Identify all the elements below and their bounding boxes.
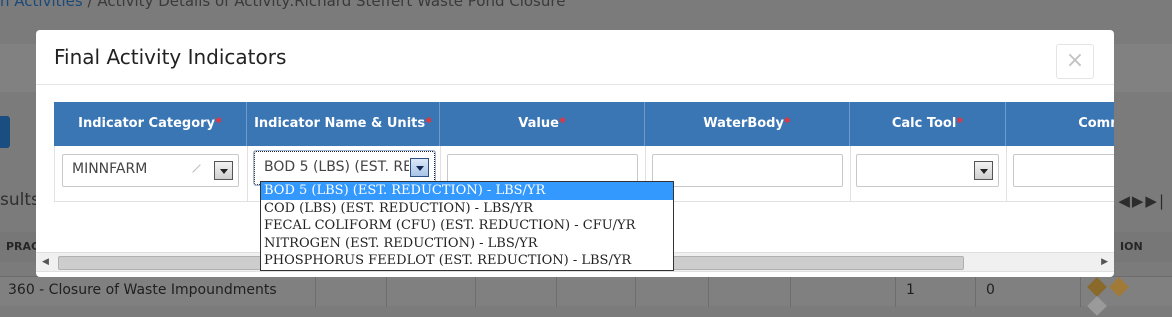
modal-divider [36,84,1114,85]
comments-input[interactable] [1013,154,1114,187]
tag-icon[interactable] [1109,277,1129,297]
arrow-right-icon[interactable]: ▶ [1101,257,1108,267]
arrow-left-icon[interactable]: ◀ [42,257,49,267]
indicator-name-dropdown-list[interactable]: BOD 5 (LBS) (EST. REDUCTION) - LBS/YR CO… [260,181,674,271]
dropdown-option[interactable]: BOD 5 (LBS) (EST. REDUCTION) - LBS/YR [261,182,673,200]
chevron-down-icon[interactable] [214,161,233,180]
modal-title: Final Activity Indicators [54,45,287,69]
breadcrumb-separator: / [87,0,93,10]
grip-icon [191,164,200,173]
indicator-category-select[interactable]: MINNFARM [62,154,239,187]
breadcrumb-current: Activity Details of Activity:Richard Ste… [97,0,566,10]
indicator-name-select[interactable]: BOD 5 (LBS) (EST. REDUCTION) - LBS/YR [253,150,436,186]
column-header-practice: PRAC [6,240,40,253]
indicator-name-value: BOD 5 (LBS) (EST. REDUCTION) - LBS/YR [264,159,409,175]
count-cell: 0 [986,282,995,298]
indicators-table-header: Indicator Category* Indicator Name & Uni… [54,102,1114,146]
row-actions [1087,277,1150,316]
close-button[interactable]: × [1056,44,1094,79]
pager-last-icon[interactable]: ▶| [1145,192,1166,210]
column-header-calc-tool: Calc Tool* [850,102,1006,146]
breadcrumb: n Activities / Activity Details of Activ… [0,0,565,14]
column-header-value: Value* [440,102,645,146]
dropdown-option[interactable]: NITROGEN (EST. REDUCTION) - LBS/YR [261,235,673,253]
pencil-icon[interactable] [1087,296,1107,316]
dropdown-option[interactable]: FECAL COLIFORM (CFU) (EST. REDUCTION) - … [261,217,673,235]
column-header-comments: Comm [1078,116,1114,131]
dropdown-option[interactable]: PHOSPHORUS FEEDLOT (EST. REDUCTION) - LB… [261,252,673,270]
calc-tool-select[interactable] [856,154,999,187]
page-action-button[interactable] [0,116,10,148]
count-cell: 1 [906,282,915,298]
chevron-down-icon[interactable] [974,161,993,180]
edit-icon[interactable] [1087,277,1107,297]
table-row[interactable]: 360 - Closure of Waste Impoundments 1 0 [0,276,1172,307]
breadcrumb-link[interactable]: n Activities [0,0,83,10]
dropdown-option[interactable]: COD (LBS) (EST. REDUCTION) - LBS/YR [261,200,673,218]
pager[interactable]: ◀▶▶| [1118,192,1166,210]
column-header-indicator-name: Indicator Name & Units* [247,102,440,146]
practice-cell: 360 - Closure of Waste Impoundments [8,282,277,298]
waterbody-input[interactable] [652,154,843,187]
column-header-action: ION [1120,240,1143,253]
close-icon: × [1065,48,1085,73]
column-header-indicator-category: Indicator Category* [54,102,247,146]
chevron-down-icon[interactable] [410,158,429,177]
column-header-waterbody: WaterBody* [645,102,850,146]
pager-next-icon[interactable]: ▶ [1132,192,1146,210]
indicator-category-value: MINNFARM [72,161,148,177]
pager-prev-icon[interactable]: ◀ [1118,192,1132,210]
results-heading: sults [0,190,40,210]
